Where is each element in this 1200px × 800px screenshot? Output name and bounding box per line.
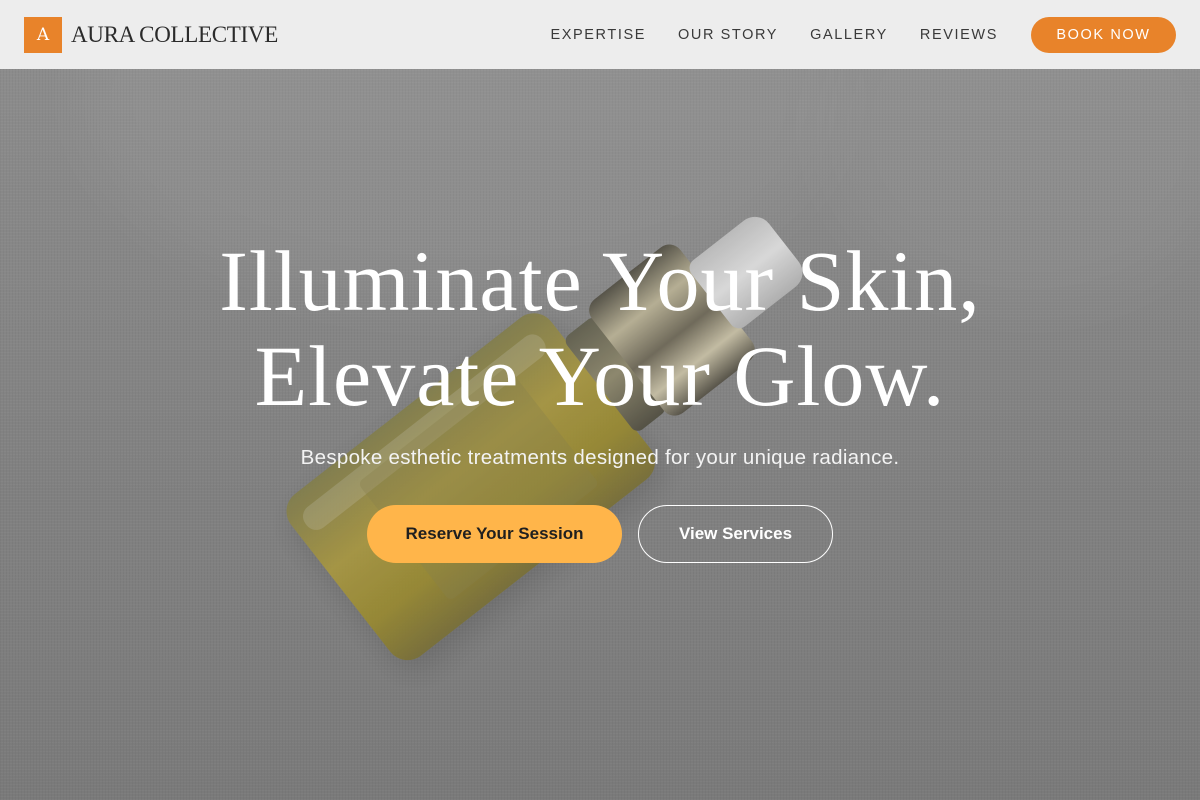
hero-title-line-1: Illuminate Your Skin, bbox=[219, 233, 981, 329]
landing-page: A AURA COLLECTIVE EXPERTISE OUR STORY GA… bbox=[0, 0, 1200, 800]
reserve-session-button[interactable]: Reserve Your Session bbox=[367, 505, 622, 563]
book-now-button[interactable]: BOOK NOW bbox=[1031, 16, 1176, 53]
hero-overlay bbox=[0, 69, 1200, 800]
hero-cta-group: Reserve Your Session View Services bbox=[0, 505, 1200, 563]
main-nav: EXPERTISE OUR STORY GALLERY REVIEWS BOOK… bbox=[550, 16, 1176, 53]
nav-link-reviews[interactable]: REVIEWS bbox=[920, 27, 998, 43]
nav-link-expertise[interactable]: EXPERTISE bbox=[550, 27, 646, 43]
hero-subtitle: Bespoke esthetic treatments designed for… bbox=[300, 446, 900, 469]
nav-link-gallery[interactable]: GALLERY bbox=[810, 27, 888, 43]
brand-logo[interactable]: A AURA COLLECTIVE bbox=[24, 16, 278, 53]
hero-title: Illuminate Your Skin, Elevate Your Glow. bbox=[0, 234, 1200, 424]
hero-section: Illuminate Your Skin, Elevate Your Glow.… bbox=[0, 69, 1200, 800]
nav-link-our-story[interactable]: OUR STORY bbox=[678, 27, 778, 43]
site-header: A AURA COLLECTIVE EXPERTISE OUR STORY GA… bbox=[0, 0, 1200, 69]
hero-title-line-2: Elevate Your Glow. bbox=[254, 328, 946, 424]
brand-name: AURA COLLECTIVE bbox=[71, 21, 278, 47]
brand-mark-icon: A bbox=[24, 16, 62, 53]
view-services-button[interactable]: View Services bbox=[638, 505, 833, 563]
